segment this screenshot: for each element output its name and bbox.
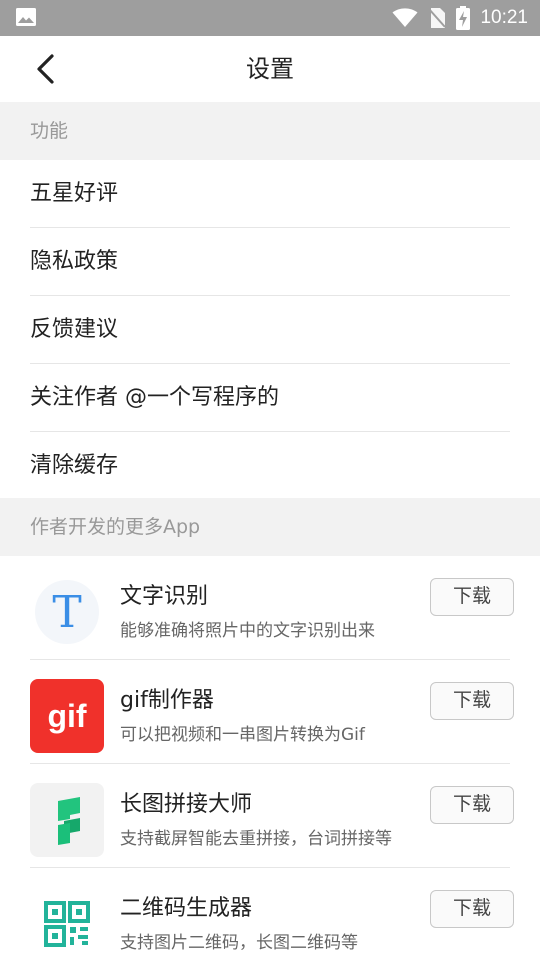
menu-item-clear-cache[interactable]: 清除缓存 (0, 432, 540, 500)
app-name: gif制作器 (120, 688, 214, 713)
menu-item-label: 关注作者 @一个写程序的 (30, 385, 279, 410)
app-item-gif[interactable]: gif gif制作器 可以把视频和一串图片转换为Gif 下载 (0, 660, 540, 764)
qr-code-icon (30, 887, 104, 960)
battery-charging-icon (456, 6, 471, 30)
download-button[interactable]: 下载 (430, 682, 514, 720)
menu-item-label: 清除缓存 (30, 453, 119, 478)
gallery-icon (16, 8, 36, 26)
app-name: 文字识别 (120, 584, 209, 609)
menu-item-follow-author[interactable]: 关注作者 @一个写程序的 (0, 364, 540, 432)
download-button[interactable]: 下载 (430, 786, 514, 824)
stitch-icon (30, 783, 104, 857)
app-description: 支持图片二维码，长图二维码等 (120, 933, 358, 953)
ocr-t-icon: T (30, 575, 104, 649)
menu-item-privacy[interactable]: 隐私政策 (0, 228, 540, 296)
app-item-stitch[interactable]: 长图拼接大师 支持截屏智能去重拼接，台词拼接等 下载 (0, 764, 540, 868)
status-bar: 10:21 (0, 0, 540, 36)
wifi-icon (392, 8, 418, 27)
app-description: 可以把视频和一串图片转换为Gif (120, 725, 365, 745)
ocr-icon-letter: T (52, 587, 81, 638)
section-header-more-apps: 作者开发的更多App (0, 498, 540, 556)
gif-maker-icon: gif (30, 679, 104, 753)
app-item-qr[interactable]: 二维码生成器 支持图片二维码，长图二维码等 下载 (0, 868, 540, 960)
menu-item-label: 反馈建议 (30, 317, 119, 342)
toolbar: 设置 (0, 36, 540, 102)
download-button[interactable]: 下载 (430, 578, 514, 616)
app-name: 长图拼接大师 (120, 792, 253, 817)
app-list: T 文字识别 能够准确将照片中的文字识别出来 下载 gif gif制作器 可以把… (0, 556, 540, 960)
menu-item-feedback[interactable]: 反馈建议 (0, 296, 540, 364)
gif-icon-label: gif (47, 698, 86, 734)
app-description: 支持截屏智能去重拼接，台词拼接等 (120, 829, 392, 849)
no-sim-icon (428, 8, 447, 28)
menu-item-rate[interactable]: 五星好评 (0, 160, 540, 228)
section-header-features: 功能 (0, 102, 540, 160)
status-time: 10:21 (480, 7, 528, 28)
page-title: 设置 (246, 55, 294, 83)
app-name: 二维码生成器 (120, 896, 253, 921)
settings-menu: 五星好评 隐私政策 反馈建议 关注作者 @一个写程序的 清除缓存 (0, 160, 540, 500)
app-description: 能够准确将照片中的文字识别出来 (120, 621, 375, 641)
status-icons: 10:21 (392, 0, 528, 36)
download-button[interactable]: 下载 (430, 890, 514, 928)
app-item-ocr[interactable]: T 文字识别 能够准确将照片中的文字识别出来 下载 (0, 556, 540, 660)
menu-item-label: 五星好评 (30, 181, 119, 206)
menu-item-label: 隐私政策 (30, 249, 119, 274)
